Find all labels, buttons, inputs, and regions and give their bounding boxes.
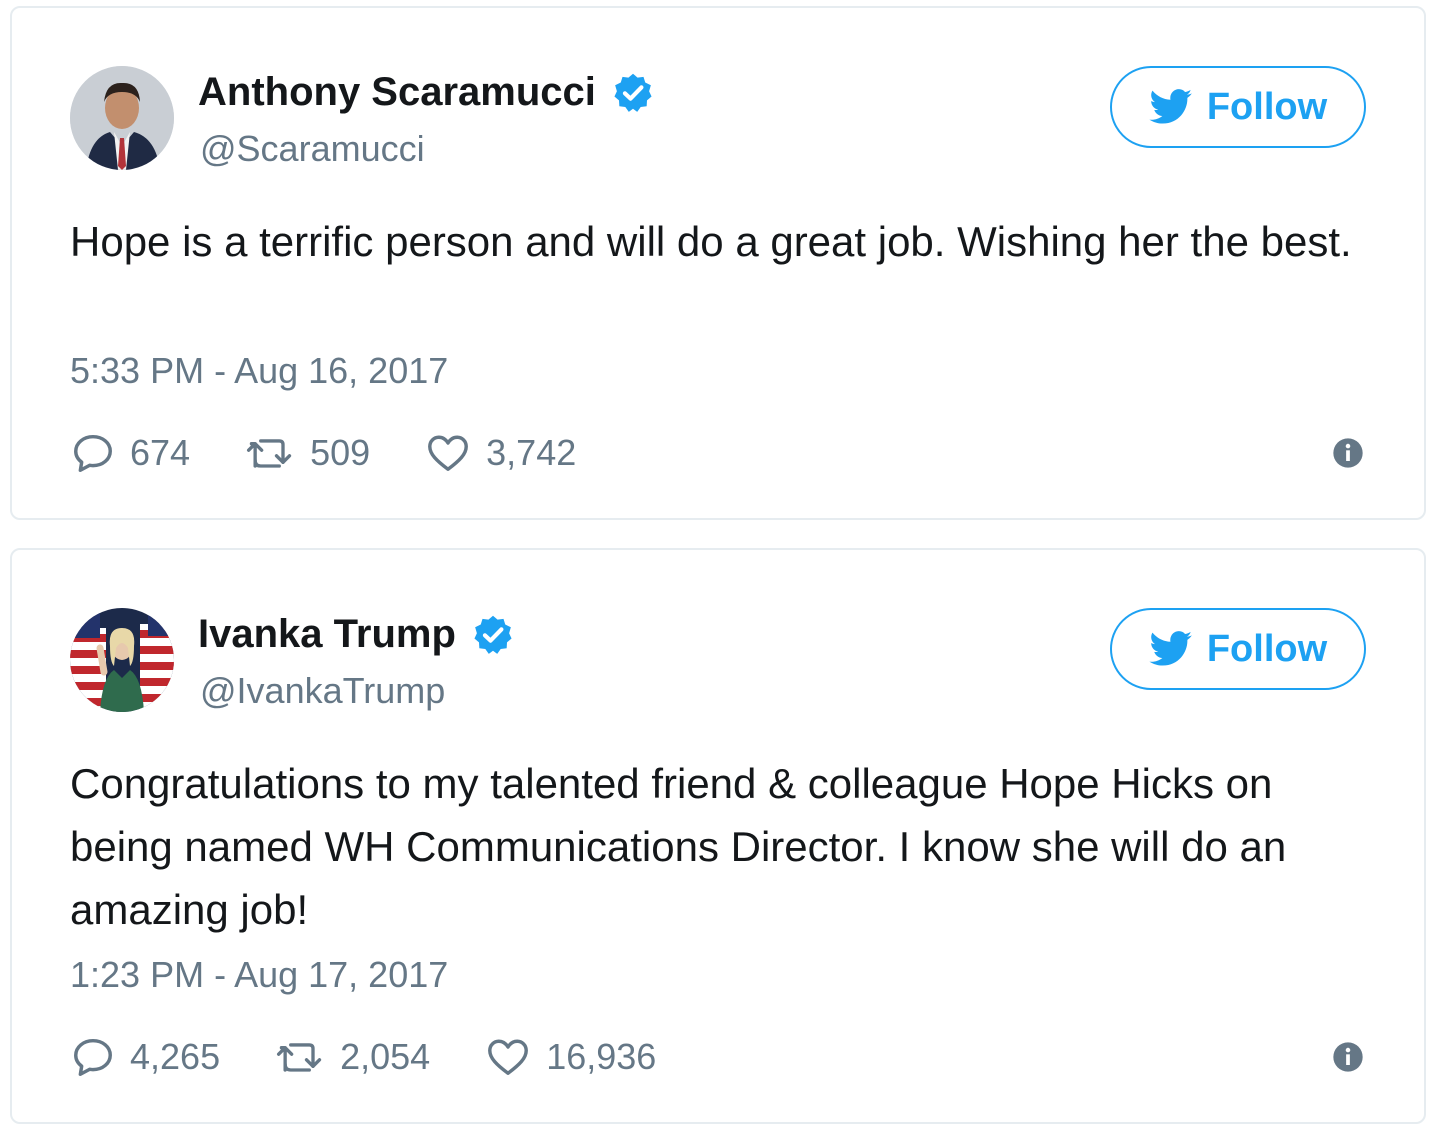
reply-icon <box>74 434 112 472</box>
like-count: 16,936 <box>546 1036 657 1077</box>
display-name[interactable]: Anthony Scaramucci <box>198 70 654 115</box>
twitter-bird-icon <box>1149 89 1192 124</box>
reply-icon <box>74 1038 112 1076</box>
display-name-text[interactable]: Ivanka Trump <box>198 612 456 657</box>
retweet-action[interactable]: 2,054 <box>274 1034 430 1080</box>
verified-badge-icon <box>474 615 512 654</box>
follow-button[interactable]: Follow <box>1110 66 1366 148</box>
tweet-text: Hope is a terrific person and will do a … <box>70 218 1352 265</box>
heart-icon <box>488 1039 529 1076</box>
info-icon[interactable] <box>1332 1041 1364 1073</box>
twitter-bird-icon <box>1149 631 1192 666</box>
like-action[interactable]: 3,742 <box>424 430 576 476</box>
avatar[interactable] <box>70 66 174 170</box>
tweet-timestamp[interactable]: 1:23 PM - Aug 17, 2017 <box>70 954 448 996</box>
follow-button-label: Follow <box>1206 85 1328 128</box>
retweet-action[interactable]: 509 <box>244 430 370 476</box>
display-name[interactable]: Ivanka Trump <box>198 612 514 657</box>
like-action[interactable]: 16,936 <box>484 1034 656 1080</box>
retweet-count: 2,054 <box>340 1036 431 1077</box>
reply-action[interactable]: 4,265 <box>70 1034 220 1080</box>
retweet-icon <box>277 1043 322 1072</box>
tweet-card-ivanka: Ivanka Trump @IvankaTrump Follow Congrat… <box>10 548 1426 1124</box>
verified-badge-icon <box>614 73 652 112</box>
page: Anthony Scaramucci @Scaramucci Follow Ho… <box>0 0 1440 1142</box>
heart-icon <box>428 435 469 472</box>
avatar[interactable] <box>70 608 174 712</box>
follow-button-label: Follow <box>1206 627 1328 670</box>
tweet-timestamp[interactable]: 5:33 PM - Aug 16, 2017 <box>70 350 448 392</box>
reply-count: 674 <box>130 432 191 473</box>
tweet-text: Congratulations to my talented friend & … <box>70 760 1287 933</box>
reply-count: 4,265 <box>130 1036 221 1077</box>
retweet-icon <box>247 439 292 468</box>
display-name-text[interactable]: Anthony Scaramucci <box>198 70 596 115</box>
tweet-card-scaramucci: Anthony Scaramucci @Scaramucci Follow Ho… <box>10 6 1426 520</box>
reply-action[interactable]: 674 <box>70 430 190 476</box>
info-icon[interactable] <box>1332 437 1364 469</box>
user-handle[interactable]: @Scaramucci <box>200 128 425 170</box>
like-count: 3,742 <box>486 432 577 473</box>
tweet-actions: 4,265 2,054 16,936 <box>70 1032 1366 1082</box>
user-handle[interactable]: @IvankaTrump <box>200 670 445 712</box>
retweet-count: 509 <box>310 432 371 473</box>
tweet-actions: 674 509 3,742 <box>70 428 1366 478</box>
follow-button[interactable]: Follow <box>1110 608 1366 690</box>
